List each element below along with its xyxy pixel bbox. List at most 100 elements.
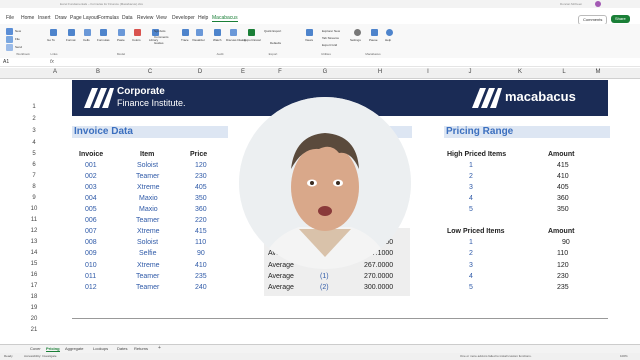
watch-icon[interactable] xyxy=(214,29,221,36)
price-cell[interactable]: 110 xyxy=(195,239,206,246)
new-button[interactable]: New xyxy=(15,29,21,33)
row-header[interactable]: 12 xyxy=(0,228,68,234)
price-cell[interactable]: 415 xyxy=(195,228,207,235)
calc-arg[interactable]: (1) xyxy=(320,273,329,280)
new-icon[interactable] xyxy=(6,28,13,35)
calc-arg[interactable]: (2) xyxy=(320,284,329,291)
export-grid-button[interactable]: Export Grid xyxy=(322,43,337,47)
rank-cell[interactable]: 4 xyxy=(469,273,473,280)
formula-input[interactable] xyxy=(60,59,630,65)
column-header[interactable]: F xyxy=(270,69,290,75)
row-header[interactable]: 14 xyxy=(0,250,68,256)
price-cell[interactable]: 220 xyxy=(195,217,207,224)
calc-label[interactable]: Average xyxy=(268,273,294,280)
pause-icon[interactable] xyxy=(371,29,378,36)
item-cell[interactable]: Soloist xyxy=(137,162,158,169)
gear-icon[interactable] xyxy=(354,29,361,36)
item-cell[interactable]: Teamer xyxy=(136,173,159,180)
discuss-icon[interactable] xyxy=(230,29,237,36)
formulas-icon[interactable] xyxy=(100,29,107,36)
zoom-level[interactable]: 100% xyxy=(620,354,628,358)
watch-button[interactable]: Watch xyxy=(213,38,221,42)
amount-cell[interactable]: 360 xyxy=(557,195,569,202)
column-header[interactable]: I xyxy=(418,69,438,75)
calc-value[interactable]: 267.0000 xyxy=(364,262,393,269)
formulas-button[interactable]: Formulas xyxy=(97,38,110,42)
amount-cell[interactable]: 120 xyxy=(557,262,569,269)
row-header[interactable]: 4 xyxy=(0,140,68,146)
amount-cell[interactable]: 350 xyxy=(557,206,569,213)
calc-value[interactable]: 270.0000 xyxy=(364,273,393,280)
row-header[interactable]: 2 xyxy=(0,116,68,122)
menu-help[interactable]: Help xyxy=(198,15,208,21)
row-header[interactable]: 7 xyxy=(0,173,68,179)
calc-value[interactable]: 300.0000 xyxy=(364,284,393,291)
row-header[interactable]: 8 xyxy=(0,184,68,190)
column-header[interactable]: C xyxy=(140,69,160,75)
views-icon[interactable] xyxy=(306,29,313,36)
symbols-button[interactable]: Symbols xyxy=(154,29,166,33)
amount-cell[interactable]: 230 xyxy=(557,273,569,280)
menu-data[interactable]: Data xyxy=(122,15,133,21)
file-button[interactable]: File xyxy=(15,37,20,41)
tab-streams-button[interactable]: Tab Streams xyxy=(322,36,339,40)
quick-export-button[interactable]: Quick Export xyxy=(264,29,281,33)
column-header[interactable]: E xyxy=(233,69,253,75)
invoice-cell[interactable]: 006 xyxy=(85,217,97,224)
price-cell[interactable]: 350 xyxy=(195,195,207,202)
amount-cell[interactable]: 110 xyxy=(557,250,568,257)
amount-cell[interactable]: 415 xyxy=(557,162,569,169)
format-button[interactable]: Format xyxy=(66,38,76,42)
price-cell[interactable]: 90 xyxy=(197,250,205,257)
trace-button[interactable]: Trace xyxy=(181,38,189,42)
rank-cell[interactable]: 3 xyxy=(469,262,473,269)
rank-cell[interactable]: 1 xyxy=(469,162,473,169)
colors-icon[interactable] xyxy=(134,29,141,36)
menu-developer[interactable]: Developer xyxy=(172,15,195,21)
item-cell[interactable]: Xtreme xyxy=(137,262,160,269)
visualizer-icon[interactable] xyxy=(196,29,203,36)
visualizer-button[interactable]: Visualizer xyxy=(192,38,205,42)
paste-button[interactable]: Paste xyxy=(117,38,125,42)
accessibility-status[interactable]: Accessibility: Investigate xyxy=(24,354,57,358)
item-cell[interactable]: Xtreme xyxy=(137,228,160,235)
row-header[interactable]: 5 xyxy=(0,151,68,157)
invoice-cell[interactable]: 012 xyxy=(85,284,97,291)
invoice-cell[interactable]: 002 xyxy=(85,173,97,180)
file-icon[interactable] xyxy=(6,36,13,43)
item-cell[interactable]: Maxio xyxy=(139,206,158,213)
price-cell[interactable]: 405 xyxy=(195,184,207,191)
row-header[interactable]: 11 xyxy=(0,217,68,223)
send-button[interactable]: Send xyxy=(15,45,22,49)
settings-button[interactable]: Settings xyxy=(350,38,361,42)
calc-label[interactable]: Average xyxy=(268,262,294,269)
invoice-cell[interactable]: 005 xyxy=(85,206,97,213)
price-cell[interactable]: 235 xyxy=(195,273,207,280)
item-cell[interactable]: Teamer xyxy=(136,217,159,224)
discuss-button[interactable]: Discuss Dialog xyxy=(226,38,246,42)
column-header[interactable]: J xyxy=(460,69,480,75)
item-cell[interactable]: Maxio xyxy=(139,195,158,202)
rank-cell[interactable]: 1 xyxy=(469,239,473,246)
column-header[interactable]: M xyxy=(588,69,608,75)
item-cell[interactable]: Teamer xyxy=(136,273,159,280)
column-header[interactable]: D xyxy=(190,69,210,75)
invoice-cell[interactable]: 008 xyxy=(85,239,97,246)
invoice-cell[interactable]: 010 xyxy=(85,262,97,269)
price-cell[interactable]: 240 xyxy=(195,284,207,291)
goto-icon[interactable] xyxy=(50,29,57,36)
invoice-cell[interactable]: 011 xyxy=(85,273,96,280)
rank-cell[interactable]: 3 xyxy=(469,184,473,191)
rank-cell[interactable]: 4 xyxy=(469,195,473,202)
menu-macabacus[interactable]: Macabacus xyxy=(212,15,238,22)
tab-aggregate[interactable]: Aggregate xyxy=(65,346,83,351)
item-cell[interactable]: Soloist xyxy=(137,239,158,246)
row-header[interactable]: 9 xyxy=(0,195,68,201)
rank-cell[interactable]: 5 xyxy=(469,284,473,291)
views-button[interactable]: Views xyxy=(305,38,313,42)
row-header[interactable]: 15 xyxy=(0,261,68,267)
tab-returns[interactable]: Returns xyxy=(134,346,148,351)
menu-home[interactable]: Home xyxy=(21,15,34,21)
explorer-new-button[interactable]: Explorer New xyxy=(322,29,340,33)
item-cell[interactable]: Selfie xyxy=(139,250,157,257)
